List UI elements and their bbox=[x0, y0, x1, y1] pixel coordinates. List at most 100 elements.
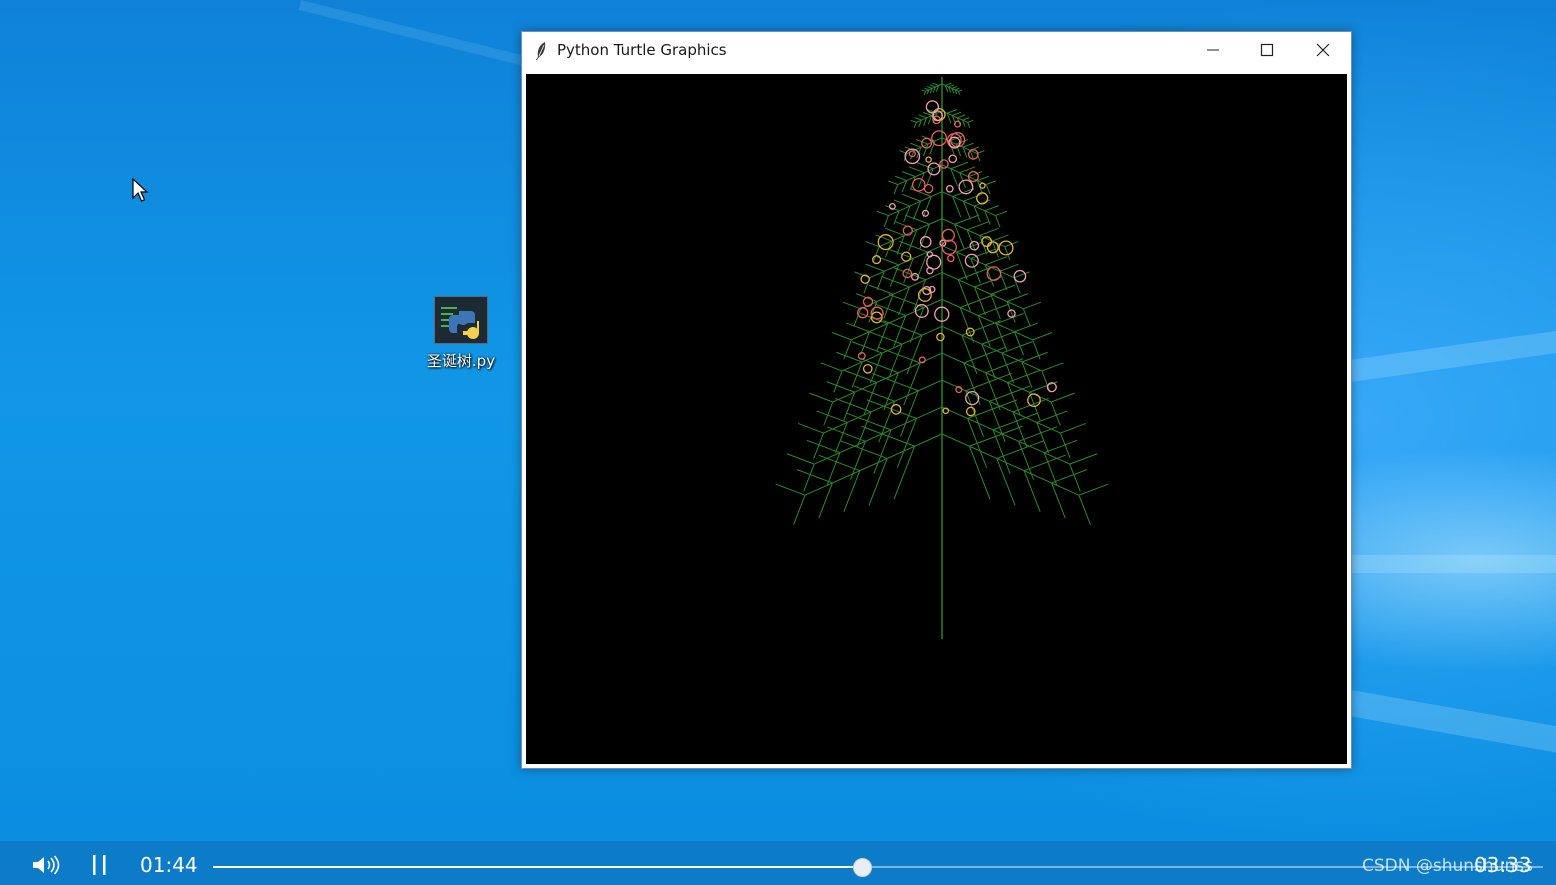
tree-ornament bbox=[947, 254, 955, 263]
close-icon bbox=[1316, 43, 1330, 57]
tree-branch bbox=[1078, 494, 1091, 525]
tree-ornament bbox=[948, 154, 958, 164]
tree-branch bbox=[1022, 308, 1031, 327]
tree-branch bbox=[941, 298, 1033, 341]
tree-branch bbox=[885, 205, 900, 212]
wallpaper-light-streak bbox=[1350, 555, 1556, 573]
tree-branch bbox=[927, 86, 933, 89]
tree-branch bbox=[1069, 463, 1081, 492]
tree-ornament bbox=[857, 351, 866, 360]
tree-branch bbox=[797, 422, 824, 434]
tree-branch bbox=[786, 453, 815, 465]
tree-ornament bbox=[1013, 269, 1027, 283]
tree-branch bbox=[941, 433, 1080, 496]
tree-branch bbox=[1043, 439, 1078, 454]
tree-branch bbox=[941, 110, 968, 123]
tree-branch bbox=[1032, 332, 1053, 341]
tree-branch bbox=[962, 142, 974, 148]
tree-branch bbox=[984, 205, 999, 212]
tree-branch bbox=[826, 381, 855, 393]
tree-branch bbox=[1006, 293, 1029, 302]
tree-branch bbox=[888, 191, 943, 217]
tree-branch bbox=[910, 119, 917, 123]
tree-branch bbox=[823, 379, 943, 434]
python-file-icon bbox=[434, 296, 488, 344]
tree-branch bbox=[950, 161, 969, 170]
wallpaper-light-streak bbox=[298, 0, 554, 73]
tree-branch bbox=[954, 87, 960, 91]
desktop-file-label: 圣诞树.py bbox=[426, 352, 496, 370]
tree-ornament bbox=[925, 156, 932, 163]
tree-branch bbox=[951, 86, 957, 89]
tk-feather-icon bbox=[536, 42, 546, 60]
minimize-icon bbox=[1207, 49, 1219, 51]
minimize-button[interactable] bbox=[1187, 32, 1239, 68]
turtle-window: Python Turtle Graphics bbox=[521, 31, 1352, 769]
tree-branch bbox=[865, 241, 880, 248]
tree-branch bbox=[893, 184, 899, 195]
tree-branch bbox=[804, 433, 943, 496]
progress-bar[interactable] bbox=[213, 858, 1543, 877]
tree-branch bbox=[1051, 469, 1088, 484]
tree-branch bbox=[957, 114, 966, 119]
current-time: 01:44 bbox=[140, 853, 198, 877]
tree-ornament bbox=[923, 183, 934, 194]
tree-branch bbox=[962, 117, 970, 121]
tree-branch bbox=[879, 218, 943, 248]
tree-branch bbox=[843, 369, 877, 383]
tree-branch bbox=[1024, 454, 1066, 472]
tree-branch bbox=[901, 193, 921, 202]
tree-branch bbox=[845, 322, 870, 333]
mouse-cursor-icon bbox=[132, 178, 149, 202]
tree-branch bbox=[914, 117, 922, 121]
tree-branch bbox=[1041, 362, 1064, 372]
tree-branch bbox=[1078, 483, 1109, 496]
maximize-button[interactable] bbox=[1241, 32, 1293, 68]
tree-branch bbox=[967, 122, 971, 129]
tree-branch bbox=[952, 111, 962, 116]
pause-icon[interactable] bbox=[92, 854, 108, 876]
tree-branch bbox=[929, 84, 936, 88]
tree-branch bbox=[894, 175, 907, 182]
tree-branch bbox=[921, 89, 926, 92]
tree-branch bbox=[979, 227, 999, 236]
progress-knob[interactable] bbox=[853, 858, 873, 877]
tree-branch bbox=[901, 171, 916, 178]
tree-ornament bbox=[931, 130, 948, 147]
tree-branch bbox=[946, 109, 958, 114]
tree-ornament bbox=[945, 184, 954, 193]
tree-branch bbox=[1041, 370, 1051, 393]
tree-branch bbox=[995, 215, 1001, 228]
tree-branch bbox=[908, 166, 925, 174]
turtle-canvas[interactable] bbox=[526, 74, 1347, 764]
tree-branch bbox=[932, 82, 939, 86]
close-button[interactable] bbox=[1297, 32, 1349, 68]
tree-branch bbox=[873, 246, 880, 261]
tree-branch bbox=[876, 210, 889, 217]
tree-branch bbox=[1050, 392, 1075, 403]
tree-branch bbox=[872, 372, 919, 392]
tree-branch bbox=[775, 483, 806, 496]
tree-branch bbox=[985, 256, 1008, 266]
tree-branch bbox=[868, 284, 894, 295]
window-titlebar[interactable]: Python Turtle Graphics bbox=[522, 32, 1351, 70]
tree-branch bbox=[883, 215, 889, 228]
desktop: 圣诞树.py Python Turtle Graphics 01:44 CSDN… bbox=[0, 0, 1556, 885]
tree-branch bbox=[1001, 341, 1033, 354]
tree-branch bbox=[948, 84, 955, 88]
wallpaper-light-streak bbox=[1348, 323, 1556, 382]
desktop-file-icon[interactable]: 圣诞树.py bbox=[422, 296, 500, 371]
tree-branch bbox=[915, 161, 934, 170]
tree-branch bbox=[806, 439, 841, 454]
tree-branch bbox=[831, 332, 852, 341]
tree-branch bbox=[888, 180, 898, 185]
tree-branch bbox=[955, 139, 969, 145]
tree-branch bbox=[941, 272, 1024, 310]
tree-branch bbox=[820, 362, 843, 372]
volume-icon[interactable] bbox=[32, 855, 62, 875]
tree-branch bbox=[985, 184, 991, 195]
tree-branch bbox=[957, 91, 961, 96]
tree-ornament bbox=[941, 228, 955, 242]
tree-branch bbox=[865, 263, 885, 272]
tree-branch bbox=[958, 89, 963, 92]
